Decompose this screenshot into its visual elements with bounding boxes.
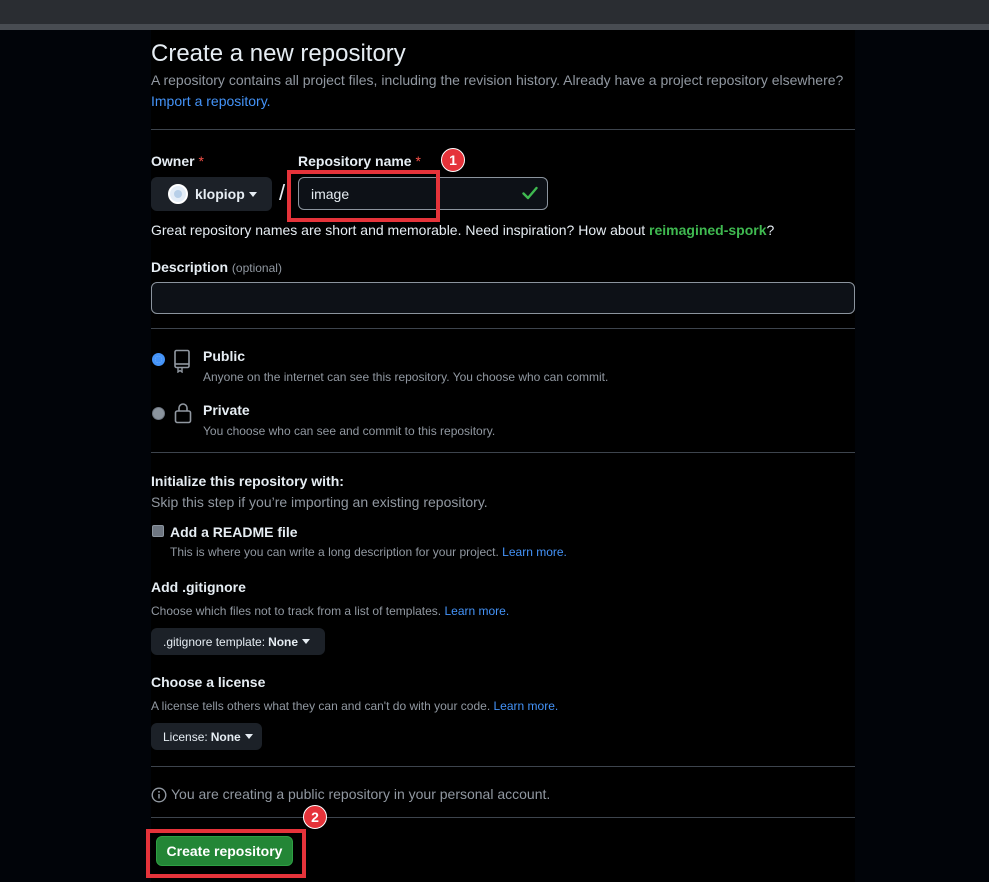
readme-learn-more-link[interactable]: Learn more. [502, 545, 567, 559]
description-label: Description (optional) [151, 259, 282, 275]
repository-name-label-text: Repository name [298, 153, 412, 169]
divider [151, 129, 855, 130]
private-option-description: You choose who can see and commit to thi… [203, 424, 496, 438]
avatar [168, 184, 188, 204]
owner-name: klopiop [195, 186, 245, 202]
public-radio[interactable] [152, 353, 165, 366]
owner-label-text: Owner [151, 153, 195, 169]
license-dropdown-value: None [210, 729, 241, 744]
owner-label: Owner * [151, 153, 204, 169]
highlight-box-repository-name [287, 170, 440, 222]
check-icon [522, 186, 538, 200]
divider [151, 766, 855, 767]
private-radio[interactable] [152, 407, 165, 420]
public-option-description: Anyone on the internet can see this repo… [203, 370, 609, 384]
repository-name-hint: Great repository names are short and mem… [151, 222, 774, 238]
license-description: A license tells others what they can and… [151, 699, 558, 713]
private-option-title: Private [203, 402, 250, 418]
browser-top-bar [0, 0, 989, 24]
description-label-text: Description [151, 259, 229, 275]
caret-down-icon [302, 639, 311, 644]
intro-text: A repository contains all project files,… [151, 72, 844, 88]
license-title: Choose a license [151, 674, 266, 690]
readme-checkbox[interactable] [152, 525, 164, 537]
gitignore-template-dropdown[interactable]: .gitignore template: None [151, 628, 325, 655]
license-learn-more-link[interactable]: Learn more. [494, 699, 559, 713]
create-repo-form: Create a new repository A repository con… [146, 30, 855, 882]
highlight-box-create-button [146, 829, 306, 878]
divider [151, 328, 855, 329]
caret-down-icon [244, 734, 253, 739]
name-suggestion-link[interactable]: reimagined-spork [649, 222, 766, 238]
gitignore-learn-more-link[interactable]: Learn more. [444, 604, 509, 618]
owner-dropdown[interactable]: klopiop [151, 177, 272, 211]
info-icon [151, 787, 167, 803]
repository-name-label: Repository name * [298, 153, 421, 169]
caret-down-icon [248, 191, 257, 197]
gitignore-description: Choose which files not to track from a l… [151, 604, 509, 618]
repository-name-required-mark: * [415, 153, 421, 169]
gitignore-dropdown-value: None [268, 634, 299, 649]
lock-icon [174, 403, 192, 424]
license-dropdown[interactable]: License: None [151, 723, 262, 750]
divider [151, 452, 855, 453]
license-description-text: A license tells others what they can and… [151, 699, 491, 713]
repository-name-hint-text: Great repository names are short and mem… [151, 222, 650, 238]
public-option-title: Public [203, 348, 246, 364]
repository-name-hint-suffix: ? [766, 222, 775, 238]
page-title: Create a new repository [151, 40, 406, 67]
import-repository-link[interactable]: Import a repository. [151, 93, 271, 109]
readme-description: This is where you can write a long descr… [170, 545, 567, 559]
owner-repo-separator: / [279, 180, 286, 205]
step-badge-2: 2 [303, 805, 327, 829]
owner-required-mark: * [198, 153, 204, 169]
gitignore-dropdown-prefix: .gitignore template: [163, 634, 266, 649]
gitignore-title: Add .gitignore [151, 579, 246, 595]
divider [151, 817, 855, 818]
repo-icon [174, 349, 190, 373]
public-repo-notice: You are creating a public repository in … [171, 786, 551, 802]
license-dropdown-prefix: License: [163, 729, 208, 744]
initialize-title: Initialize this repository with: [151, 473, 344, 489]
initialize-subtitle: Skip this step if you’re importing an ex… [151, 494, 488, 510]
description-input[interactable] [151, 282, 855, 314]
gitignore-description-text: Choose which files not to track from a l… [151, 604, 442, 618]
step-badge-1: 1 [441, 148, 465, 172]
readme-label: Add a README file [170, 524, 298, 540]
readme-description-text: This is where you can write a long descr… [170, 545, 499, 559]
description-optional-tag: (optional) [231, 261, 282, 275]
